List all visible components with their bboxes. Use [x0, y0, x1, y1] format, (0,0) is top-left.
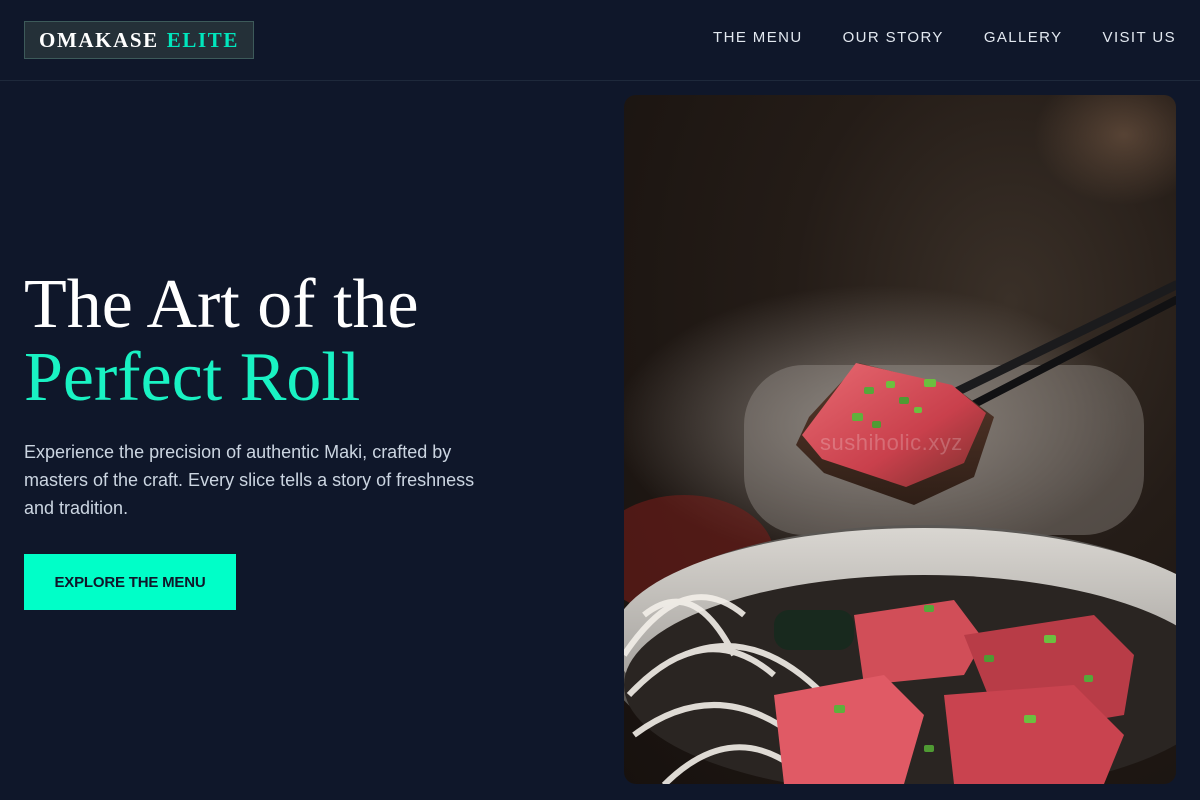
- nav-link-our-story[interactable]: OUR STORY: [843, 29, 944, 46]
- logo-word-elite: ELITE: [166, 27, 239, 52]
- navbar: OMAKASE ELITE THE MENU OUR STORY GALLERY…: [0, 0, 1200, 81]
- nav-item-story: OUR STORY: [843, 29, 944, 47]
- hero-title-line2: Perfect Roll: [24, 339, 361, 416]
- hero-food-image: sushiholic.xyz: [624, 95, 1176, 784]
- explore-menu-button[interactable]: EXPLORE THE MENU: [24, 554, 236, 610]
- hero-title-line1: The Art of the: [24, 266, 419, 343]
- nav-link-visit-us[interactable]: VISIT US: [1103, 29, 1176, 46]
- image-watermark: sushiholic.xyz: [820, 430, 963, 455]
- nav-item-menu: THE MENU: [713, 29, 803, 47]
- nav-item-gallery: GALLERY: [984, 29, 1063, 47]
- hero-description: Experience the precision of authentic Ma…: [24, 442, 475, 518]
- site-logo[interactable]: OMAKASE ELITE: [24, 21, 254, 59]
- nav-item-visit: VISIT US: [1103, 29, 1176, 47]
- nav-link-the-menu[interactable]: THE MENU: [713, 29, 803, 46]
- hero-title: The Art of the Perfect Roll: [24, 268, 419, 414]
- logo-word-omakase: OMAKASE: [39, 27, 159, 52]
- nav-links: THE MENU OUR STORY GALLERY VISIT US: [713, 29, 1176, 47]
- nav-link-gallery[interactable]: GALLERY: [984, 29, 1063, 46]
